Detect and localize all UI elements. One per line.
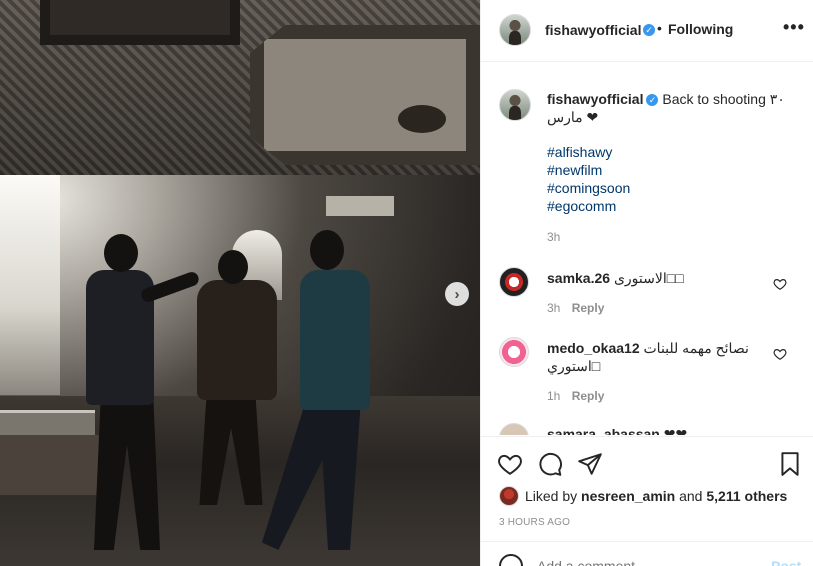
photo-person — [104, 234, 138, 272]
photo-air-conditioner — [326, 196, 394, 216]
comment-body: samara_abassan ❤❤ — [547, 425, 767, 435]
avatar[interactable] — [499, 337, 529, 367]
post-timestamp[interactable]: 3 HOURS AGO — [499, 517, 570, 528]
comments-section[interactable]: fishawyofficial ✓ Back to shooting ٣٠ مار… — [481, 63, 813, 435]
emoji-icon[interactable] — [499, 554, 523, 566]
photo-lamp — [398, 105, 446, 133]
bookmark-icon[interactable] — [777, 451, 803, 477]
comment-icon[interactable] — [537, 451, 563, 477]
avatar[interactable] — [499, 14, 531, 46]
reply-button[interactable]: Reply — [572, 389, 605, 403]
post-comment-button[interactable]: Post — [771, 558, 801, 566]
avatar[interactable] — [499, 267, 529, 297]
comment-username[interactable]: samara_abassan — [547, 426, 660, 435]
photo-sofa — [0, 435, 100, 495]
separator-dot: • — [657, 20, 662, 36]
post-header: fishawyofficial ✓ • Following ••• — [481, 0, 813, 62]
photo-person — [218, 250, 248, 284]
photo-ceiling-panel — [40, 0, 240, 45]
caption-time[interactable]: 3h — [547, 230, 560, 244]
photo-window — [0, 175, 60, 395]
comment-text: الاستورى□□ — [613, 270, 684, 286]
header-username[interactable]: fishawyofficial — [545, 22, 641, 38]
post-side-panel: fishawyofficial ✓ • Following ••• fishaw… — [480, 0, 813, 566]
following-button[interactable]: Following — [668, 21, 733, 37]
comment-meta: 3h Reply — [547, 301, 604, 315]
hashtag-link[interactable]: #alfishawy — [547, 143, 630, 161]
comment-item: samka.26 الاستورى□□ 3h Reply — [481, 267, 813, 337]
add-comment-bar: Post — [481, 541, 813, 566]
hashtag-list: #alfishawy #newfilm #comingsoon #egocomm — [547, 143, 630, 215]
comment-username[interactable]: medo_okaa12 — [547, 340, 640, 356]
photo-person — [310, 230, 344, 270]
likes-text: Liked by nesreen_amin and 5,211 others — [525, 488, 787, 504]
heart-icon[interactable] — [497, 451, 523, 477]
verified-badge-icon: ✓ — [646, 94, 659, 106]
avatar[interactable] — [499, 89, 531, 121]
comment-input[interactable] — [537, 558, 757, 566]
comment-username[interactable]: samka.26 — [547, 270, 610, 286]
post-photo[interactable]: › — [0, 0, 480, 566]
likes-middle: and — [679, 488, 703, 504]
carousel-next-button[interactable]: › — [445, 282, 469, 306]
hashtag-link[interactable]: #comingsoon — [547, 179, 630, 197]
reply-button[interactable]: Reply — [572, 301, 605, 315]
chevron-right-icon: › — [454, 285, 460, 303]
caption: fishawyofficial ✓ Back to shooting ٣٠ مار… — [547, 90, 787, 126]
photo-person — [197, 280, 277, 400]
avatar[interactable] — [499, 423, 529, 435]
hashtag-link[interactable]: #newfilm — [547, 161, 630, 179]
comment-text: ❤❤ — [663, 426, 688, 435]
heart-icon[interactable] — [773, 277, 787, 291]
comment-body: medo_okaa12 نصائح مهمه للبنات استوري□ — [547, 339, 767, 375]
post-actions: Liked by nesreen_amin and 5,211 others 3… — [481, 436, 813, 541]
share-icon[interactable] — [577, 451, 603, 477]
photo-person — [300, 270, 370, 410]
likes-user-link[interactable]: nesreen_amin — [581, 488, 675, 504]
verified-badge-icon: ✓ — [643, 24, 655, 36]
comment-time: 3h — [547, 301, 561, 315]
caption-username[interactable]: fishawyofficial — [547, 91, 643, 107]
hashtag-link[interactable]: #egocomm — [547, 197, 630, 215]
comment-time: 1h — [547, 389, 561, 403]
heart-icon[interactable] — [773, 347, 787, 361]
photo-ceiling-panel — [250, 25, 480, 165]
comment-item: medo_okaa12 نصائح مهمه للبنات استوري□ 1h… — [481, 337, 813, 407]
comment-meta: 1h Reply — [547, 389, 604, 403]
likes-count-link[interactable]: 5,211 others — [706, 488, 787, 504]
more-options-icon[interactable]: ••• — [783, 17, 805, 38]
comment-body: samka.26 الاستورى□□ — [547, 269, 767, 287]
avatar[interactable] — [499, 486, 519, 506]
likes-summary: Liked by nesreen_amin and 5,211 others — [499, 486, 799, 508]
comment-item: samara_abassan ❤❤ — [481, 423, 813, 435]
likes-prefix: Liked by — [525, 488, 578, 504]
